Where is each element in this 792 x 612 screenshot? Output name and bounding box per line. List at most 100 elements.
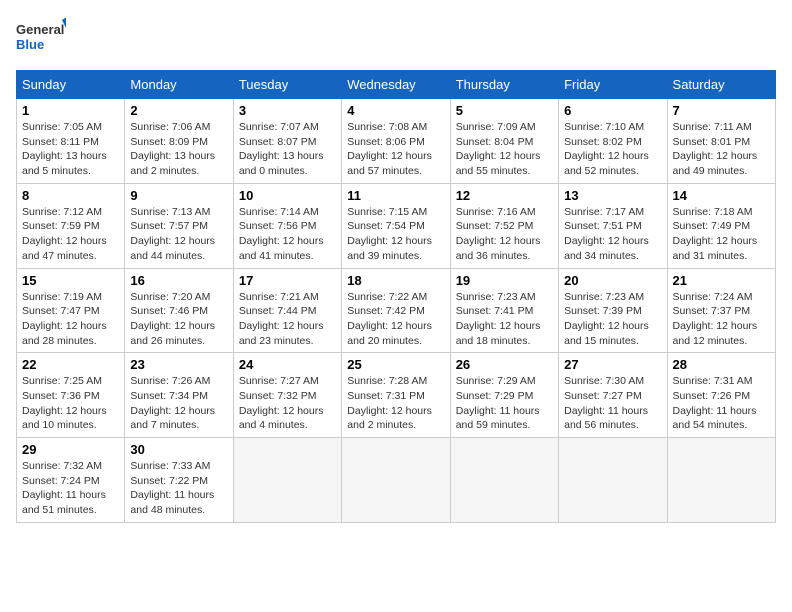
day-info: Sunrise: 7:07 AM Sunset: 8:07 PM Dayligh… — [239, 120, 336, 179]
calendar-cell: 4 Sunrise: 7:08 AM Sunset: 8:06 PM Dayli… — [342, 99, 450, 184]
sunrise: Sunrise: 7:16 AM — [456, 206, 536, 218]
daylight: Daylight: 12 hours and 55 minutes. — [456, 150, 541, 177]
sunrise: Sunrise: 7:28 AM — [347, 375, 427, 387]
sunset: Sunset: 7:39 PM — [564, 305, 642, 317]
day-info: Sunrise: 7:24 AM Sunset: 7:37 PM Dayligh… — [673, 290, 770, 349]
daylight: Daylight: 12 hours and 34 minutes. — [564, 235, 649, 262]
calendar-cell — [342, 438, 450, 523]
calendar-cell — [559, 438, 667, 523]
daylight: Daylight: 13 hours and 5 minutes. — [22, 150, 107, 177]
day-number: 2 — [130, 103, 227, 118]
sunset: Sunset: 7:26 PM — [673, 390, 751, 402]
day-number: 5 — [456, 103, 553, 118]
daylight: Daylight: 11 hours and 56 minutes. — [564, 405, 648, 432]
logo-svg: General Blue — [16, 16, 66, 58]
daylight: Daylight: 12 hours and 12 minutes. — [673, 320, 758, 347]
day-number: 30 — [130, 442, 227, 457]
sunrise: Sunrise: 7:07 AM — [239, 121, 319, 133]
sunset: Sunset: 7:27 PM — [564, 390, 642, 402]
daylight: Daylight: 12 hours and 10 minutes. — [22, 405, 107, 432]
sunrise: Sunrise: 7:32 AM — [22, 460, 102, 472]
calendar-cell: 3 Sunrise: 7:07 AM Sunset: 8:07 PM Dayli… — [233, 99, 341, 184]
day-number: 14 — [673, 188, 770, 203]
day-number: 12 — [456, 188, 553, 203]
daylight: Daylight: 12 hours and 52 minutes. — [564, 150, 649, 177]
daylight: Daylight: 11 hours and 59 minutes. — [456, 405, 540, 432]
day-number: 24 — [239, 357, 336, 372]
day-info: Sunrise: 7:06 AM Sunset: 8:09 PM Dayligh… — [130, 120, 227, 179]
daylight: Daylight: 13 hours and 0 minutes. — [239, 150, 324, 177]
calendar-week-row: 8 Sunrise: 7:12 AM Sunset: 7:59 PM Dayli… — [17, 183, 776, 268]
calendar-cell: 21 Sunrise: 7:24 AM Sunset: 7:37 PM Dayl… — [667, 268, 775, 353]
sunrise: Sunrise: 7:18 AM — [673, 206, 753, 218]
calendar-cell: 28 Sunrise: 7:31 AM Sunset: 7:26 PM Dayl… — [667, 353, 775, 438]
day-number: 17 — [239, 273, 336, 288]
sunset: Sunset: 7:51 PM — [564, 220, 642, 232]
sunrise: Sunrise: 7:33 AM — [130, 460, 210, 472]
calendar-cell: 13 Sunrise: 7:17 AM Sunset: 7:51 PM Dayl… — [559, 183, 667, 268]
day-info: Sunrise: 7:08 AM Sunset: 8:06 PM Dayligh… — [347, 120, 444, 179]
calendar-cell: 26 Sunrise: 7:29 AM Sunset: 7:29 PM Dayl… — [450, 353, 558, 438]
sunset: Sunset: 7:46 PM — [130, 305, 208, 317]
day-number: 26 — [456, 357, 553, 372]
calendar-cell: 8 Sunrise: 7:12 AM Sunset: 7:59 PM Dayli… — [17, 183, 125, 268]
sunrise: Sunrise: 7:17 AM — [564, 206, 644, 218]
sunrise: Sunrise: 7:26 AM — [130, 375, 210, 387]
day-info: Sunrise: 7:11 AM Sunset: 8:01 PM Dayligh… — [673, 120, 770, 179]
sunrise: Sunrise: 7:09 AM — [456, 121, 536, 133]
calendar-cell: 23 Sunrise: 7:26 AM Sunset: 7:34 PM Dayl… — [125, 353, 233, 438]
sunrise: Sunrise: 7:20 AM — [130, 291, 210, 303]
sunrise: Sunrise: 7:27 AM — [239, 375, 319, 387]
svg-text:Blue: Blue — [16, 37, 44, 52]
day-number: 27 — [564, 357, 661, 372]
sunset: Sunset: 7:32 PM — [239, 390, 317, 402]
sunset: Sunset: 7:36 PM — [22, 390, 100, 402]
logo: General Blue — [16, 16, 66, 58]
calendar-cell: 15 Sunrise: 7:19 AM Sunset: 7:47 PM Dayl… — [17, 268, 125, 353]
calendar-cell: 7 Sunrise: 7:11 AM Sunset: 8:01 PM Dayli… — [667, 99, 775, 184]
sunset: Sunset: 7:22 PM — [130, 475, 208, 487]
sunset: Sunset: 7:42 PM — [347, 305, 425, 317]
day-info: Sunrise: 7:17 AM Sunset: 7:51 PM Dayligh… — [564, 205, 661, 264]
day-number: 23 — [130, 357, 227, 372]
sunrise: Sunrise: 7:05 AM — [22, 121, 102, 133]
calendar-week-row: 15 Sunrise: 7:19 AM Sunset: 7:47 PM Dayl… — [17, 268, 776, 353]
day-number: 8 — [22, 188, 119, 203]
sunrise: Sunrise: 7:13 AM — [130, 206, 210, 218]
calendar-cell: 9 Sunrise: 7:13 AM Sunset: 7:57 PM Dayli… — [125, 183, 233, 268]
sunset: Sunset: 7:59 PM — [22, 220, 100, 232]
calendar-cell: 22 Sunrise: 7:25 AM Sunset: 7:36 PM Dayl… — [17, 353, 125, 438]
day-info: Sunrise: 7:23 AM Sunset: 7:41 PM Dayligh… — [456, 290, 553, 349]
calendar-cell: 19 Sunrise: 7:23 AM Sunset: 7:41 PM Dayl… — [450, 268, 558, 353]
calendar-header-friday: Friday — [559, 71, 667, 99]
day-number: 22 — [22, 357, 119, 372]
calendar-cell: 17 Sunrise: 7:21 AM Sunset: 7:44 PM Dayl… — [233, 268, 341, 353]
sunrise: Sunrise: 7:30 AM — [564, 375, 644, 387]
sunrise: Sunrise: 7:06 AM — [130, 121, 210, 133]
calendar-header-wednesday: Wednesday — [342, 71, 450, 99]
sunset: Sunset: 8:11 PM — [22, 136, 99, 148]
day-number: 9 — [130, 188, 227, 203]
daylight: Daylight: 12 hours and 44 minutes. — [130, 235, 215, 262]
daylight: Daylight: 11 hours and 48 minutes. — [130, 489, 214, 516]
day-number: 28 — [673, 357, 770, 372]
day-number: 4 — [347, 103, 444, 118]
daylight: Daylight: 12 hours and 28 minutes. — [22, 320, 107, 347]
sunset: Sunset: 8:09 PM — [130, 136, 208, 148]
day-info: Sunrise: 7:30 AM Sunset: 7:27 PM Dayligh… — [564, 374, 661, 433]
day-info: Sunrise: 7:28 AM Sunset: 7:31 PM Dayligh… — [347, 374, 444, 433]
sunrise: Sunrise: 7:10 AM — [564, 121, 644, 133]
calendar-cell: 20 Sunrise: 7:23 AM Sunset: 7:39 PM Dayl… — [559, 268, 667, 353]
day-info: Sunrise: 7:22 AM Sunset: 7:42 PM Dayligh… — [347, 290, 444, 349]
day-number: 15 — [22, 273, 119, 288]
day-number: 3 — [239, 103, 336, 118]
day-info: Sunrise: 7:09 AM Sunset: 8:04 PM Dayligh… — [456, 120, 553, 179]
sunset: Sunset: 7:56 PM — [239, 220, 317, 232]
daylight: Daylight: 12 hours and 15 minutes. — [564, 320, 649, 347]
day-info: Sunrise: 7:05 AM Sunset: 8:11 PM Dayligh… — [22, 120, 119, 179]
calendar-header-thursday: Thursday — [450, 71, 558, 99]
day-number: 19 — [456, 273, 553, 288]
sunrise: Sunrise: 7:19 AM — [22, 291, 102, 303]
day-number: 18 — [347, 273, 444, 288]
day-info: Sunrise: 7:31 AM Sunset: 7:26 PM Dayligh… — [673, 374, 770, 433]
